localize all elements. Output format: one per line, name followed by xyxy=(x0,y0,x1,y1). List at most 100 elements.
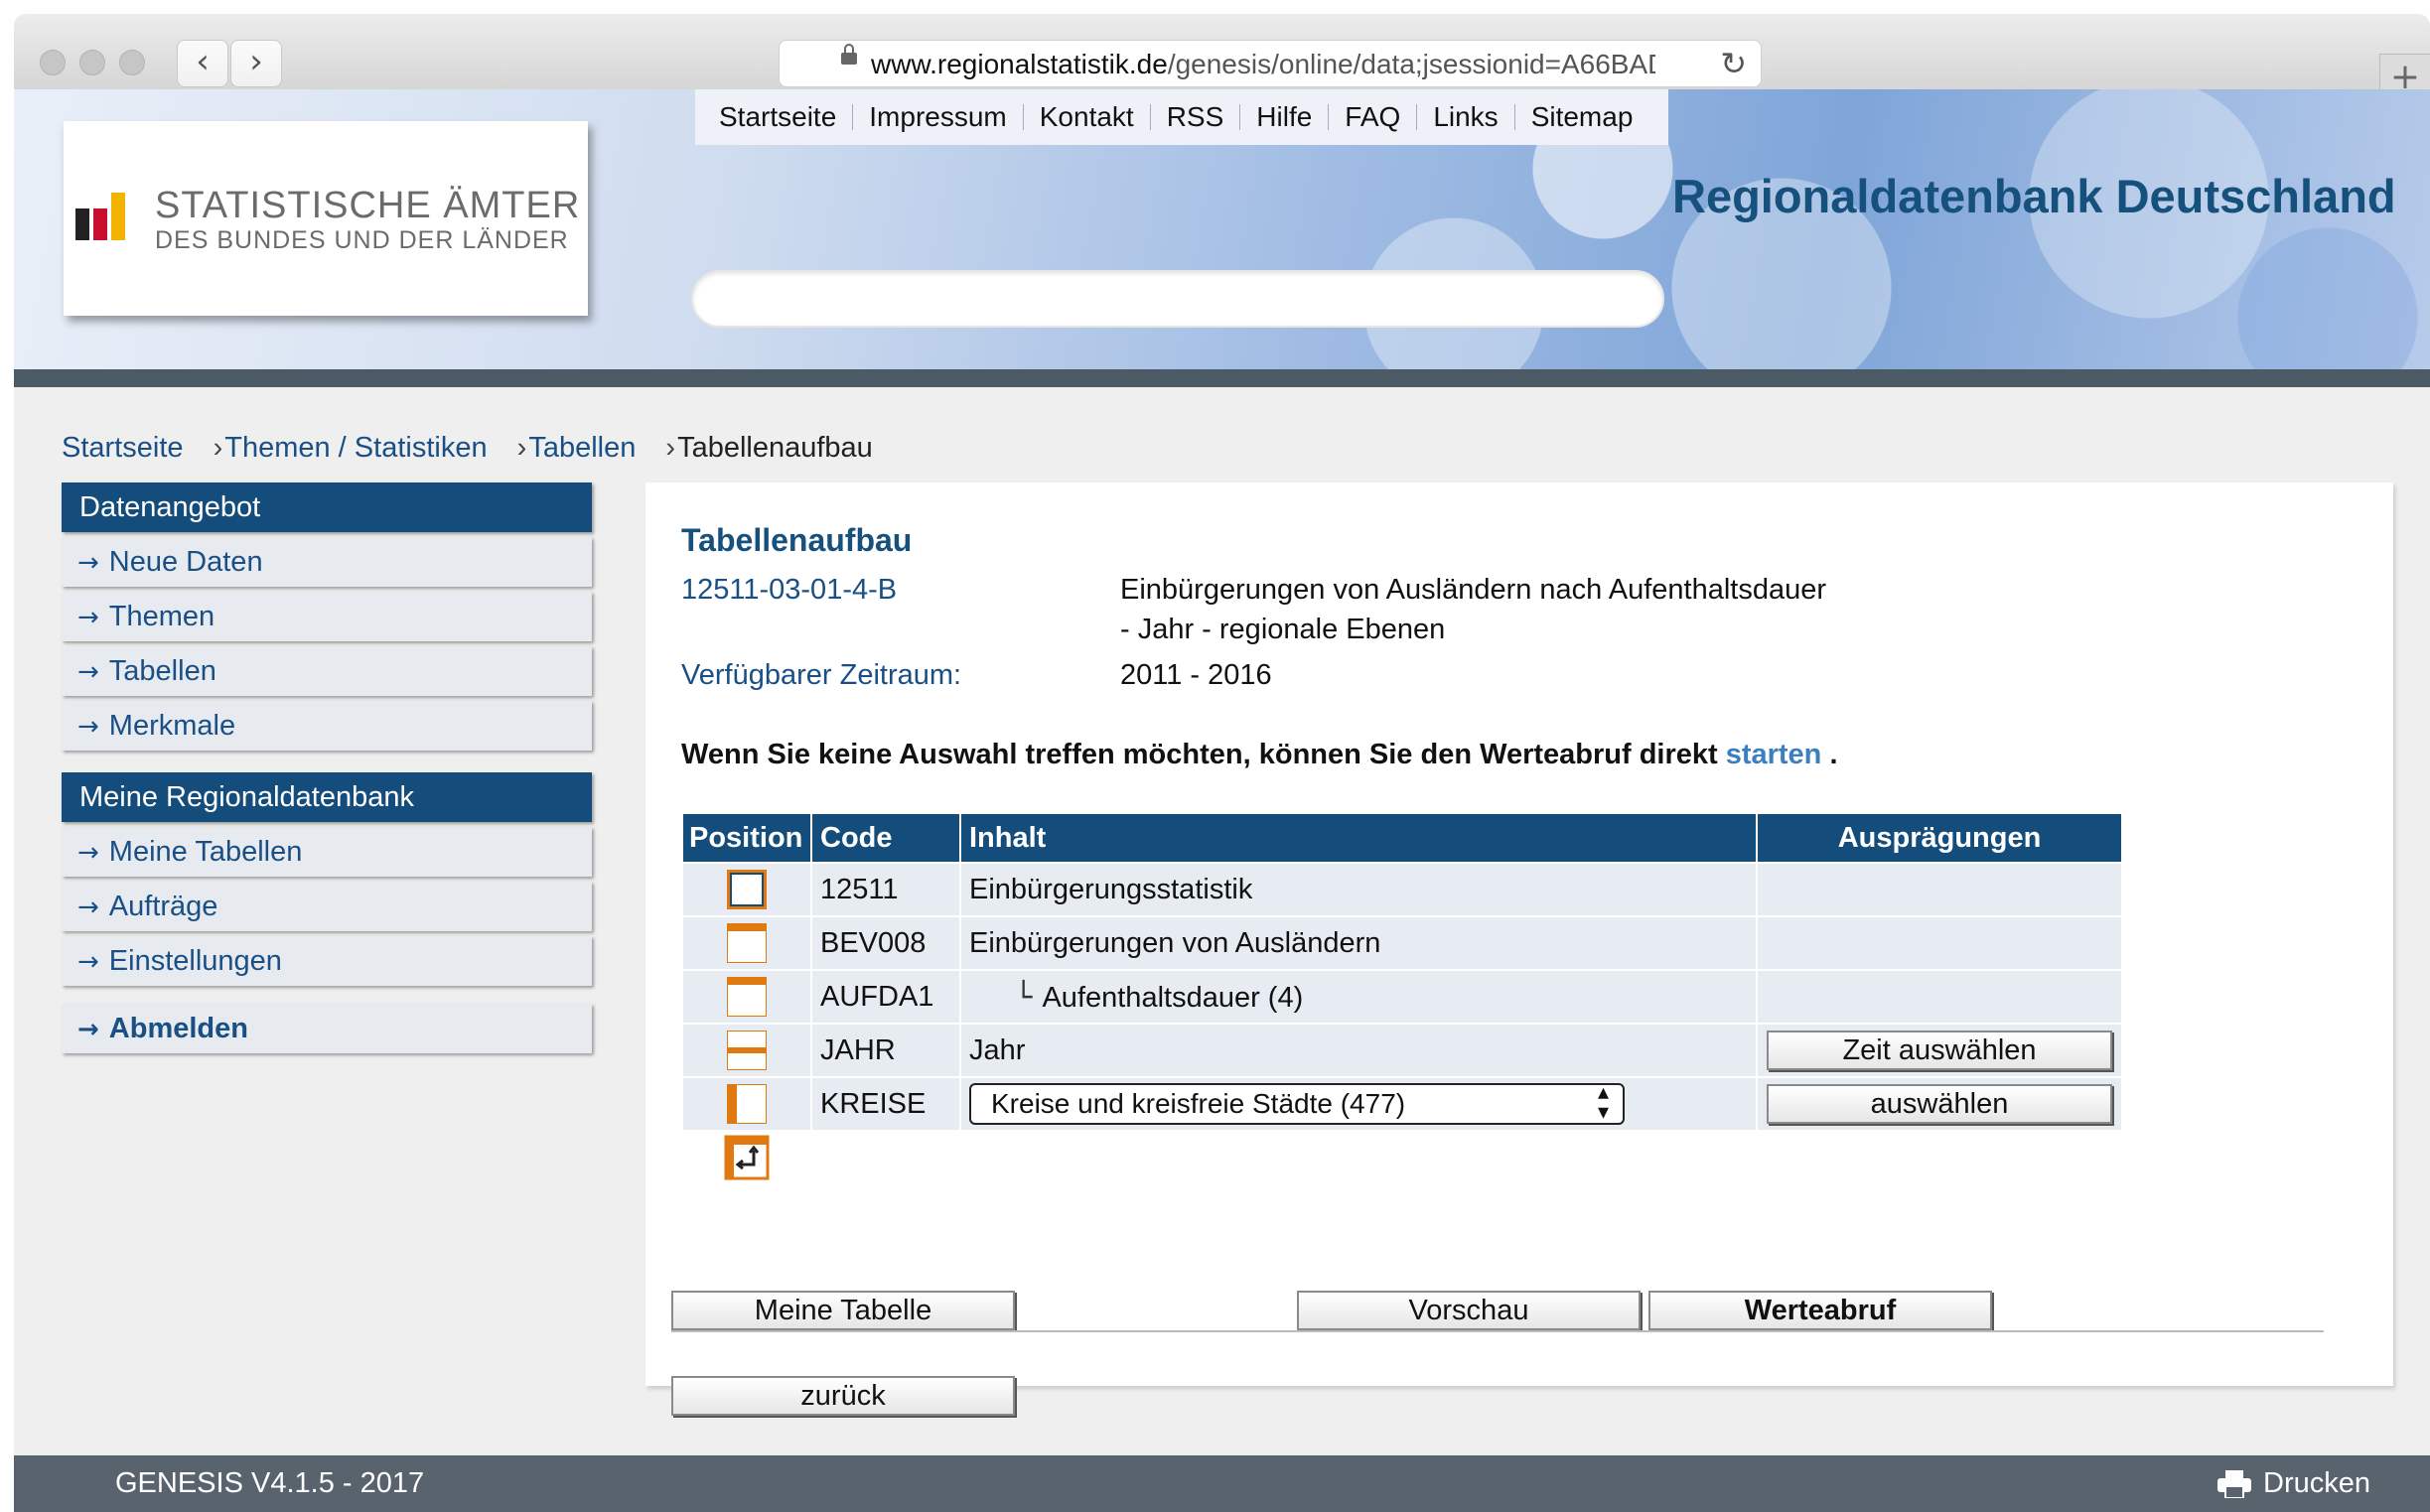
footer: GENESIS V4.1.5 - 2017 Drucken xyxy=(14,1455,2430,1512)
column-header-position: Position xyxy=(683,814,810,862)
print-link[interactable]: Drucken xyxy=(2217,1467,2370,1500)
back-link-button[interactable]: zurück xyxy=(671,1376,1015,1416)
breadcrumb: Startseite ›Themen / Statistiken ›Tabell… xyxy=(62,432,873,465)
table-description-line1: Einbürgerungen von Ausländern nach Aufen… xyxy=(1120,574,1827,606)
nav-kontakt[interactable]: Kontakt xyxy=(1040,101,1134,133)
tree-branch-icon: └ xyxy=(1015,979,1033,1014)
sidebar-item-label: Aufträge xyxy=(108,891,218,922)
sidebar-item-label: Tabellen xyxy=(108,655,216,687)
breadcrumb-current: Tabellenaufbau xyxy=(677,432,873,464)
position-cell xyxy=(683,1078,810,1130)
breadcrumb-themen[interactable]: Themen / Statistiken xyxy=(224,432,487,464)
table-row: 12511 Einbürgerungsstatistik xyxy=(683,864,2121,915)
sidebar-item-tabellen[interactable]: → Tabellen xyxy=(62,646,592,696)
column-header-auspraegungen: Ausprägungen xyxy=(1758,814,2121,862)
preview-button[interactable]: Vorschau xyxy=(1297,1291,1641,1330)
position-cell xyxy=(683,864,810,915)
forward-button[interactable]: › xyxy=(230,40,282,87)
table-header-row: Position Code Inhalt Ausprägungen xyxy=(683,814,2121,862)
position-top-icon[interactable] xyxy=(727,977,767,1017)
select-time-button[interactable]: Zeit auswählen xyxy=(1767,1031,2112,1070)
position-cell xyxy=(683,917,810,969)
sidebar-item-merkmale[interactable]: → Merkmale xyxy=(62,701,592,751)
minimize-window-button[interactable] xyxy=(79,50,105,75)
period-label: Verfügbarer Zeitraum: xyxy=(681,659,962,691)
structure-table: Position Code Inhalt Ausprägungen 12511 … xyxy=(681,812,2123,1185)
sidebar: Datenangebot → Neue Daten → Themen → Tabell… xyxy=(62,482,592,1053)
position-row-icon[interactable] xyxy=(727,1031,767,1070)
auspraegungen-cell xyxy=(1758,917,2121,969)
period-value: 2011 - 2016 xyxy=(1120,659,1272,691)
address-bar[interactable]: www.regionalstatistik.de/genesis/online/… xyxy=(779,40,1762,87)
sidebar-item-auftraege[interactable]: → Aufträge xyxy=(62,882,592,931)
page-title: Tabellenaufbau xyxy=(681,522,913,558)
auspraegungen-cell: Zeit auswählen xyxy=(1758,1025,2121,1076)
auspraegungen-cell xyxy=(1758,864,2121,915)
arrow-right-icon: → xyxy=(77,712,99,742)
sidebar-item-neue-daten[interactable]: → Neue Daten xyxy=(62,537,592,587)
content-cell: Kreise und kreisfreie Städte (477) ▴ ▾ xyxy=(961,1078,1756,1130)
content-cell: └ Aufenthaltsdauer (4) xyxy=(961,971,1756,1023)
code-cell: 12511 xyxy=(812,864,959,915)
sidebar-section-meine-regionaldatenbank: Meine Regionaldatenbank xyxy=(62,772,592,822)
sidebar-item-themen[interactable]: → Themen xyxy=(62,592,592,641)
column-header-inhalt: Inhalt xyxy=(961,814,1756,862)
table-row: AUFDA1 └ Aufenthaltsdauer (4) xyxy=(683,971,2121,1023)
print-label: Drucken xyxy=(2263,1467,2370,1499)
nav-faq[interactable]: FAQ xyxy=(1345,101,1400,133)
nav-startseite[interactable]: Startseite xyxy=(719,101,836,133)
chevron-right-icon: › xyxy=(213,432,223,464)
web-page: STATISTISCHE ÄMTER DES BUNDES UND DER LÄ… xyxy=(14,89,2430,1512)
site-title: Regionaldatenbank Deutschland xyxy=(1672,170,2396,222)
logo-title: STATISTISCHE ÄMTER xyxy=(155,185,581,226)
breadcrumb-startseite[interactable]: Startseite xyxy=(62,432,184,464)
search-input[interactable] xyxy=(691,270,1664,328)
nav-rss[interactable]: RSS xyxy=(1167,101,1224,133)
code-cell: AUFDA1 xyxy=(812,971,959,1023)
content-cell: Einbürgerungen von Ausländern xyxy=(961,917,1756,969)
code-cell: JAHR xyxy=(812,1025,959,1076)
url-path: /genesis/online/data;jsessionid=A66BAD0D… xyxy=(1167,49,1655,79)
arrow-right-icon: → xyxy=(77,947,99,977)
column-header-code: Code xyxy=(812,814,959,862)
sidebar-item-label: Abmelden xyxy=(108,1013,248,1044)
info-text-end: . xyxy=(1829,739,1838,770)
url-text: www.regionalstatistik.de/genesis/online/… xyxy=(871,49,1655,80)
region-level-select[interactable]: Kreise und kreisfreie Städte (477) ▴ ▾ xyxy=(969,1082,1625,1125)
arrow-right-icon: → xyxy=(77,838,99,868)
position-cell xyxy=(683,1025,810,1076)
sidebar-item-einstellungen[interactable]: → Einstellungen xyxy=(62,936,592,986)
close-window-button[interactable] xyxy=(40,50,66,75)
my-table-button[interactable]: Meine Tabelle xyxy=(671,1291,1015,1330)
back-button[interactable]: ‹ xyxy=(177,40,228,87)
sidebar-item-meine-tabellen[interactable]: → Meine Tabellen xyxy=(62,827,592,877)
position-top-icon[interactable] xyxy=(727,923,767,963)
logo[interactable]: STATISTISCHE ÄMTER DES BUNDES UND DER LÄ… xyxy=(64,121,588,316)
arrow-right-icon: → xyxy=(77,657,99,687)
header-divider xyxy=(14,369,2430,387)
zoom-window-button[interactable] xyxy=(119,50,145,75)
arrow-right-icon: → xyxy=(77,893,99,922)
auspraegungen-cell xyxy=(1758,971,2121,1023)
nav-sitemap[interactable]: Sitemap xyxy=(1531,101,1634,133)
printer-icon xyxy=(2217,1470,2251,1499)
nav-hilfe[interactable]: Hilfe xyxy=(1256,101,1312,133)
logo-bars-icon xyxy=(75,193,145,240)
lock-icon xyxy=(841,44,857,65)
start-link[interactable]: starten xyxy=(1726,739,1822,770)
position-column-icon[interactable] xyxy=(727,1084,767,1124)
nav-impressum[interactable]: Impressum xyxy=(869,101,1006,133)
main-panel: Tabellenaufbau 12511-03-01-4-B Einbürger… xyxy=(645,482,2393,1416)
breadcrumb-tabellen[interactable]: Tabellen xyxy=(528,432,636,464)
swap-axes-icon[interactable] xyxy=(724,1135,770,1180)
select-values-button[interactable]: auswählen xyxy=(1767,1084,2112,1124)
url-domain: www.regionalstatistik.de xyxy=(871,49,1168,79)
sidebar-item-abmelden[interactable]: → Abmelden xyxy=(62,1004,592,1053)
retrieve-values-button[interactable]: Werteabruf xyxy=(1648,1291,1992,1330)
position-all-icon[interactable] xyxy=(727,870,767,909)
content-text: Aufenthaltsdauer (4) xyxy=(1042,981,1304,1014)
content-cell: Jahr xyxy=(961,1025,1756,1076)
nav-links[interactable]: Links xyxy=(1433,101,1498,133)
reload-icon[interactable]: ↻ xyxy=(1720,45,1747,82)
browser-toolbar: ‹ › www.regionalstatistik.de/genesis/onl… xyxy=(14,14,2430,102)
